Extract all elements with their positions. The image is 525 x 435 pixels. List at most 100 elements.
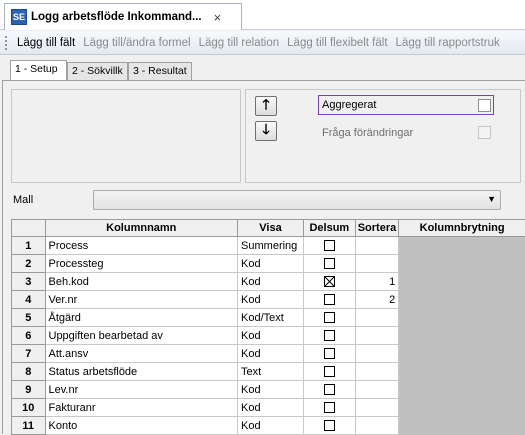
cell-delsum[interactable]: [303, 255, 355, 273]
close-icon[interactable]: ×: [214, 10, 222, 25]
cell-visa[interactable]: Kod: [238, 417, 304, 435]
cell-sortera[interactable]: [355, 417, 399, 435]
row-number[interactable]: 2: [12, 255, 46, 273]
delsum-checkbox[interactable]: [324, 258, 335, 269]
cell-delsum[interactable]: [303, 345, 355, 363]
dropdown-arrow-icon[interactable]: ▼: [487, 194, 496, 204]
row-number[interactable]: 5: [12, 309, 46, 327]
row-number[interactable]: 8: [12, 363, 46, 381]
table-row[interactable]: 6Uppgiften bearbetad avKod: [12, 327, 525, 345]
delsum-checkbox[interactable]: [324, 384, 335, 395]
delsum-checkbox[interactable]: [324, 330, 335, 341]
cell-delsum[interactable]: [303, 327, 355, 345]
column-header-kolumnbrytning[interactable]: Kolumnbrytning: [399, 220, 525, 237]
cell-kolumnnamn[interactable]: Beh.kod: [45, 273, 238, 291]
grid-header-row: Kolumnnamn Visa Delsum Sortera Kolumnbry…: [12, 220, 525, 237]
row-number[interactable]: 1: [12, 237, 46, 255]
delsum-checkbox[interactable]: [324, 366, 335, 377]
document-tab[interactable]: SE Logg arbetsflöde Inkommand... ×: [4, 3, 242, 30]
table-row[interactable]: 1ProcessSummering: [12, 237, 525, 255]
cell-visa[interactable]: Kod: [238, 399, 304, 417]
cell-sortera[interactable]: [355, 381, 399, 399]
cell-kolumnnamn[interactable]: Ver.nr: [45, 291, 238, 309]
cell-sortera[interactable]: [355, 237, 399, 255]
aggregerat-option[interactable]: Aggregerat: [318, 95, 494, 115]
column-header-delsum[interactable]: Delsum: [303, 220, 355, 237]
cell-sortera[interactable]: 2: [355, 291, 399, 309]
cell-kolumnnamn[interactable]: Fakturanr: [45, 399, 238, 417]
cell-visa[interactable]: Kod/Text: [238, 309, 304, 327]
column-header-sortera[interactable]: Sortera: [355, 220, 399, 237]
cell-delsum[interactable]: [303, 291, 355, 309]
delsum-checkbox[interactable]: [324, 420, 335, 431]
cell-visa[interactable]: Kod: [238, 255, 304, 273]
delsum-checkbox[interactable]: [324, 294, 335, 305]
delsum-checkbox[interactable]: [324, 276, 335, 287]
table-row[interactable]: 11KontoKod: [12, 417, 525, 435]
cell-visa[interactable]: Text: [238, 363, 304, 381]
cell-sortera[interactable]: [355, 399, 399, 417]
cell-delsum[interactable]: [303, 237, 355, 255]
table-row[interactable]: 8Status arbetsflödeText: [12, 363, 525, 381]
toolbar-grip-icon[interactable]: [5, 36, 9, 50]
table-row[interactable]: 5ÅtgärdKod/Text: [12, 309, 525, 327]
aggregerat-checkbox[interactable]: [478, 99, 491, 112]
cell-visa[interactable]: Kod: [238, 381, 304, 399]
cell-visa[interactable]: Summering: [238, 237, 304, 255]
cell-sortera[interactable]: 1: [355, 273, 399, 291]
cell-visa[interactable]: Kod: [238, 345, 304, 363]
cell-visa[interactable]: Kod: [238, 291, 304, 309]
move-down-button[interactable]: 🡓: [255, 121, 277, 141]
column-header-visa[interactable]: Visa: [238, 220, 304, 237]
table-row[interactable]: 10FakturanrKod: [12, 399, 525, 417]
cell-sortera[interactable]: [355, 309, 399, 327]
move-up-button[interactable]: 🡑: [255, 96, 277, 116]
add-field-button[interactable]: Lägg till fält: [13, 37, 79, 49]
cell-kolumnnamn[interactable]: Lev.nr: [45, 381, 238, 399]
cell-kolumnnamn[interactable]: Uppgiften bearbetad av: [45, 327, 238, 345]
add-edit-formula-button[interactable]: Lägg till/ändra formel: [79, 37, 194, 49]
cell-kolumnnamn[interactable]: Åtgärd: [45, 309, 238, 327]
cell-sortera[interactable]: [355, 345, 399, 363]
row-number[interactable]: 10: [12, 399, 46, 417]
cell-kolumnnamn[interactable]: Konto: [45, 417, 238, 435]
cell-sortera[interactable]: [355, 255, 399, 273]
cell-kolumnnamn[interactable]: Att.ansv: [45, 345, 238, 363]
cell-delsum[interactable]: [303, 309, 355, 327]
row-number[interactable]: 6: [12, 327, 46, 345]
cell-kolumnnamn[interactable]: Process: [45, 237, 238, 255]
column-header-kolumnnamn[interactable]: Kolumnnamn: [45, 220, 238, 237]
mall-dropdown[interactable]: ▼: [93, 190, 501, 210]
cell-delsum[interactable]: [303, 363, 355, 381]
tab-setup[interactable]: 1 - Setup: [10, 60, 67, 81]
delsum-checkbox[interactable]: [324, 312, 335, 323]
add-flexible-field-button[interactable]: Lägg till flexibelt fält: [283, 37, 391, 49]
tab-result[interactable]: 3 - Resultat: [128, 62, 192, 80]
tab-search-conditions[interactable]: 2 - Sökvillk: [67, 62, 128, 80]
delsum-checkbox[interactable]: [324, 348, 335, 359]
cell-kolumnnamn[interactable]: Status arbetsflöde: [45, 363, 238, 381]
row-number[interactable]: 11: [12, 417, 46, 435]
table-row[interactable]: 2ProcesstegKod: [12, 255, 525, 273]
cell-delsum[interactable]: [303, 273, 355, 291]
cell-sortera[interactable]: [355, 327, 399, 345]
row-number[interactable]: 7: [12, 345, 46, 363]
delsum-checkbox[interactable]: [324, 402, 335, 413]
cell-delsum[interactable]: [303, 399, 355, 417]
row-number[interactable]: 9: [12, 381, 46, 399]
cell-delsum[interactable]: [303, 417, 355, 435]
cell-visa[interactable]: Kod: [238, 273, 304, 291]
table-row[interactable]: 7Att.ansvKod: [12, 345, 525, 363]
delsum-checkbox[interactable]: [324, 240, 335, 251]
cell-visa[interactable]: Kod: [238, 327, 304, 345]
row-number[interactable]: 3: [12, 273, 46, 291]
row-number[interactable]: 4: [12, 291, 46, 309]
add-relation-button[interactable]: Lägg till relation: [195, 37, 284, 49]
table-row[interactable]: 3Beh.kodKod 1: [12, 273, 525, 291]
cell-sortera[interactable]: [355, 363, 399, 381]
add-report-structure-button[interactable]: Lägg till rapportstruk: [392, 37, 504, 49]
cell-kolumnnamn[interactable]: Processteg: [45, 255, 238, 273]
cell-delsum[interactable]: [303, 381, 355, 399]
table-row[interactable]: 4Ver.nrKod 2: [12, 291, 525, 309]
table-row[interactable]: 9Lev.nrKod: [12, 381, 525, 399]
